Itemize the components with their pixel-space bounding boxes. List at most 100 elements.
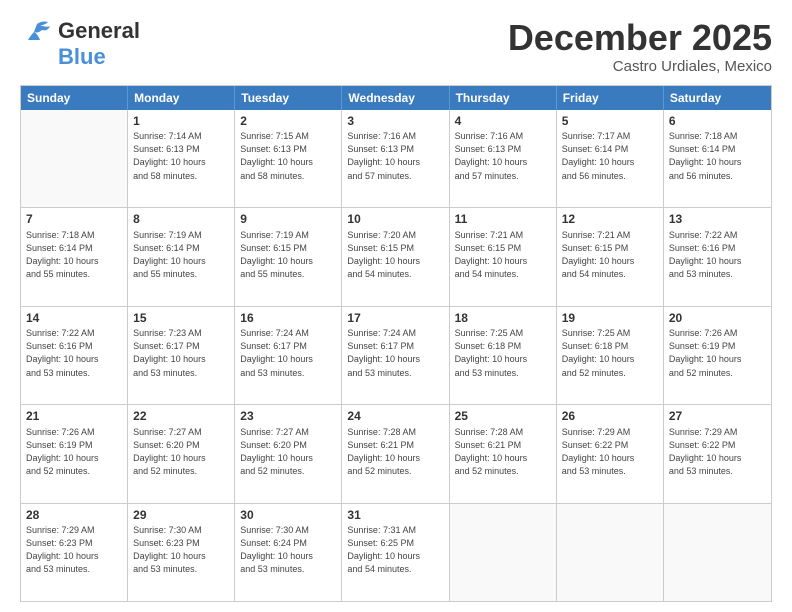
- table-row: 29Sunrise: 7:30 AM Sunset: 6:23 PM Dayli…: [128, 504, 235, 601]
- table-row: 26Sunrise: 7:29 AM Sunset: 6:22 PM Dayli…: [557, 405, 664, 502]
- logo: General Blue: [20, 18, 140, 70]
- calendar-week-row: 21Sunrise: 7:26 AM Sunset: 6:19 PM Dayli…: [21, 404, 771, 502]
- day-info: Sunrise: 7:21 AM Sunset: 6:15 PM Dayligh…: [562, 229, 658, 281]
- table-row: 30Sunrise: 7:30 AM Sunset: 6:24 PM Dayli…: [235, 504, 342, 601]
- table-row: 7Sunrise: 7:18 AM Sunset: 6:14 PM Daylig…: [21, 208, 128, 305]
- day-info: Sunrise: 7:31 AM Sunset: 6:25 PM Dayligh…: [347, 524, 443, 576]
- calendar: Sunday Monday Tuesday Wednesday Thursday…: [20, 85, 772, 602]
- header-wednesday: Wednesday: [342, 86, 449, 110]
- day-info: Sunrise: 7:28 AM Sunset: 6:21 PM Dayligh…: [455, 426, 551, 478]
- table-row: 15Sunrise: 7:23 AM Sunset: 6:17 PM Dayli…: [128, 307, 235, 404]
- day-number: 14: [26, 310, 122, 327]
- calendar-page: General Blue December 2025 Castro Urdial…: [0, 0, 792, 612]
- calendar-week-row: 7Sunrise: 7:18 AM Sunset: 6:14 PM Daylig…: [21, 207, 771, 305]
- day-info: Sunrise: 7:19 AM Sunset: 6:14 PM Dayligh…: [133, 229, 229, 281]
- table-row: 6Sunrise: 7:18 AM Sunset: 6:14 PM Daylig…: [664, 110, 771, 207]
- header-friday: Friday: [557, 86, 664, 110]
- calendar-week-row: 28Sunrise: 7:29 AM Sunset: 6:23 PM Dayli…: [21, 503, 771, 601]
- table-row: 23Sunrise: 7:27 AM Sunset: 6:20 PM Dayli…: [235, 405, 342, 502]
- day-info: Sunrise: 7:20 AM Sunset: 6:15 PM Dayligh…: [347, 229, 443, 281]
- day-number: 19: [562, 310, 658, 327]
- day-number: 12: [562, 211, 658, 228]
- table-row: 4Sunrise: 7:16 AM Sunset: 6:13 PM Daylig…: [450, 110, 557, 207]
- header-saturday: Saturday: [664, 86, 771, 110]
- day-info: Sunrise: 7:17 AM Sunset: 6:14 PM Dayligh…: [562, 130, 658, 182]
- day-number: 17: [347, 310, 443, 327]
- day-number: 29: [133, 507, 229, 524]
- day-info: Sunrise: 7:26 AM Sunset: 6:19 PM Dayligh…: [669, 327, 766, 379]
- day-info: Sunrise: 7:22 AM Sunset: 6:16 PM Dayligh…: [669, 229, 766, 281]
- table-row: 2Sunrise: 7:15 AM Sunset: 6:13 PM Daylig…: [235, 110, 342, 207]
- table-row: 11Sunrise: 7:21 AM Sunset: 6:15 PM Dayli…: [450, 208, 557, 305]
- calendar-week-row: 1Sunrise: 7:14 AM Sunset: 6:13 PM Daylig…: [21, 110, 771, 207]
- logo-general: General: [58, 18, 140, 44]
- table-row: 22Sunrise: 7:27 AM Sunset: 6:20 PM Dayli…: [128, 405, 235, 502]
- day-info: Sunrise: 7:21 AM Sunset: 6:15 PM Dayligh…: [455, 229, 551, 281]
- day-info: Sunrise: 7:27 AM Sunset: 6:20 PM Dayligh…: [133, 426, 229, 478]
- table-row: 5Sunrise: 7:17 AM Sunset: 6:14 PM Daylig…: [557, 110, 664, 207]
- day-number: 22: [133, 408, 229, 425]
- table-row: 20Sunrise: 7:26 AM Sunset: 6:19 PM Dayli…: [664, 307, 771, 404]
- day-info: Sunrise: 7:29 AM Sunset: 6:22 PM Dayligh…: [562, 426, 658, 478]
- day-info: Sunrise: 7:24 AM Sunset: 6:17 PM Dayligh…: [347, 327, 443, 379]
- day-number: 10: [347, 211, 443, 228]
- day-number: 5: [562, 113, 658, 130]
- day-info: Sunrise: 7:25 AM Sunset: 6:18 PM Dayligh…: [562, 327, 658, 379]
- day-number: 26: [562, 408, 658, 425]
- table-row: 21Sunrise: 7:26 AM Sunset: 6:19 PM Dayli…: [21, 405, 128, 502]
- day-number: 15: [133, 310, 229, 327]
- table-row: 28Sunrise: 7:29 AM Sunset: 6:23 PM Dayli…: [21, 504, 128, 601]
- logo-bird-icon: [20, 20, 54, 42]
- day-info: Sunrise: 7:22 AM Sunset: 6:16 PM Dayligh…: [26, 327, 122, 379]
- day-info: Sunrise: 7:30 AM Sunset: 6:23 PM Dayligh…: [133, 524, 229, 576]
- title-block: December 2025 Castro Urdiales, Mexico: [508, 18, 772, 75]
- logo-blue: Blue: [58, 44, 106, 70]
- day-info: Sunrise: 7:27 AM Sunset: 6:20 PM Dayligh…: [240, 426, 336, 478]
- day-info: Sunrise: 7:28 AM Sunset: 6:21 PM Dayligh…: [347, 426, 443, 478]
- day-number: 1: [133, 113, 229, 130]
- table-row: 16Sunrise: 7:24 AM Sunset: 6:17 PM Dayli…: [235, 307, 342, 404]
- day-number: 27: [669, 408, 766, 425]
- day-info: Sunrise: 7:16 AM Sunset: 6:13 PM Dayligh…: [455, 130, 551, 182]
- calendar-week-row: 14Sunrise: 7:22 AM Sunset: 6:16 PM Dayli…: [21, 306, 771, 404]
- table-row: [664, 504, 771, 601]
- calendar-body: 1Sunrise: 7:14 AM Sunset: 6:13 PM Daylig…: [21, 110, 771, 601]
- day-info: Sunrise: 7:29 AM Sunset: 6:22 PM Dayligh…: [669, 426, 766, 478]
- table-row: 24Sunrise: 7:28 AM Sunset: 6:21 PM Dayli…: [342, 405, 449, 502]
- day-number: 28: [26, 507, 122, 524]
- day-number: 11: [455, 211, 551, 228]
- day-info: Sunrise: 7:24 AM Sunset: 6:17 PM Dayligh…: [240, 327, 336, 379]
- page-header: General Blue December 2025 Castro Urdial…: [20, 18, 772, 75]
- header-tuesday: Tuesday: [235, 86, 342, 110]
- table-row: 17Sunrise: 7:24 AM Sunset: 6:17 PM Dayli…: [342, 307, 449, 404]
- day-number: 13: [669, 211, 766, 228]
- day-number: 18: [455, 310, 551, 327]
- day-info: Sunrise: 7:18 AM Sunset: 6:14 PM Dayligh…: [669, 130, 766, 182]
- day-info: Sunrise: 7:29 AM Sunset: 6:23 PM Dayligh…: [26, 524, 122, 576]
- day-number: 6: [669, 113, 766, 130]
- day-number: 8: [133, 211, 229, 228]
- day-number: 9: [240, 211, 336, 228]
- table-row: 12Sunrise: 7:21 AM Sunset: 6:15 PM Dayli…: [557, 208, 664, 305]
- day-info: Sunrise: 7:16 AM Sunset: 6:13 PM Dayligh…: [347, 130, 443, 182]
- day-info: Sunrise: 7:18 AM Sunset: 6:14 PM Dayligh…: [26, 229, 122, 281]
- day-info: Sunrise: 7:14 AM Sunset: 6:13 PM Dayligh…: [133, 130, 229, 182]
- table-row: 31Sunrise: 7:31 AM Sunset: 6:25 PM Dayli…: [342, 504, 449, 601]
- day-number: 30: [240, 507, 336, 524]
- day-number: 16: [240, 310, 336, 327]
- table-row: 14Sunrise: 7:22 AM Sunset: 6:16 PM Dayli…: [21, 307, 128, 404]
- day-number: 2: [240, 113, 336, 130]
- header-sunday: Sunday: [21, 86, 128, 110]
- day-number: 4: [455, 113, 551, 130]
- table-row: 3Sunrise: 7:16 AM Sunset: 6:13 PM Daylig…: [342, 110, 449, 207]
- table-row: 27Sunrise: 7:29 AM Sunset: 6:22 PM Dayli…: [664, 405, 771, 502]
- header-thursday: Thursday: [450, 86, 557, 110]
- day-number: 24: [347, 408, 443, 425]
- table-row: 10Sunrise: 7:20 AM Sunset: 6:15 PM Dayli…: [342, 208, 449, 305]
- day-info: Sunrise: 7:23 AM Sunset: 6:17 PM Dayligh…: [133, 327, 229, 379]
- calendar-header: Sunday Monday Tuesday Wednesday Thursday…: [21, 86, 771, 110]
- day-number: 21: [26, 408, 122, 425]
- table-row: 25Sunrise: 7:28 AM Sunset: 6:21 PM Dayli…: [450, 405, 557, 502]
- table-row: 1Sunrise: 7:14 AM Sunset: 6:13 PM Daylig…: [128, 110, 235, 207]
- day-number: 25: [455, 408, 551, 425]
